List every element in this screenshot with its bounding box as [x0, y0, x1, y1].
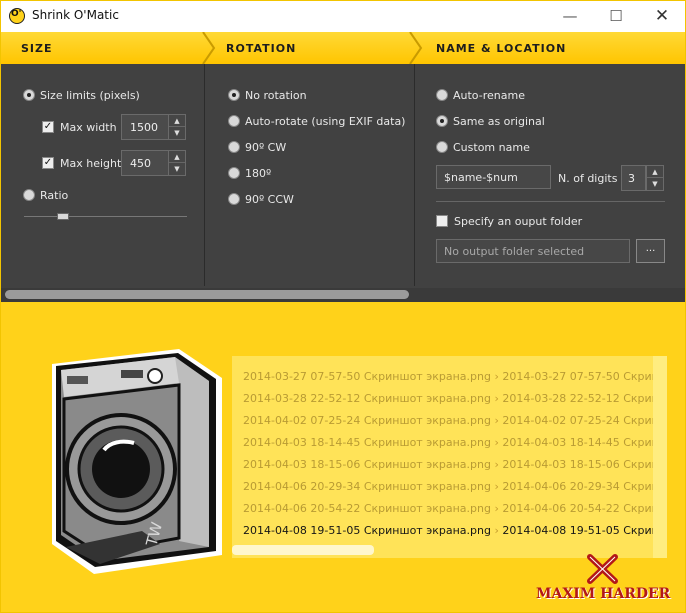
- horizontal-scrollbar-thumb[interactable]: [5, 290, 409, 299]
- window-title: Shrink O'Matic: [32, 8, 119, 22]
- auto-rename-radio[interactable]: [436, 89, 448, 101]
- list-item[interactable]: 2014-04-02 07-25-24 Скриншот экрана.png …: [243, 414, 653, 432]
- max-height-input[interactable]: 450: [121, 150, 169, 176]
- custom-name-radio[interactable]: [436, 141, 448, 153]
- list-item[interactable]: 2014-03-27 07-57-50 Скриншот экрана.png …: [243, 370, 653, 388]
- output-folder-input[interactable]: No output folder selected: [436, 239, 630, 263]
- rotation-option: 90º CW: [245, 141, 287, 154]
- arrow-down-icon[interactable]: ▼: [169, 163, 185, 175]
- rotation-option: No rotation: [245, 89, 307, 102]
- minimize-button[interactable]: —: [547, 1, 593, 32]
- list-item[interactable]: 2014-04-06 20-29-34 Скриншот экрана.png …: [243, 480, 653, 498]
- size-section: Size limits (pixels) ✓ Max width 1500 ▲ ▼…: [1, 64, 205, 286]
- list-item[interactable]: 2014-04-08 19-51-05 Скриншот экрана.png …: [243, 524, 653, 542]
- specify-output-checkbox[interactable]: [436, 215, 448, 227]
- list-item[interactable]: 2014-04-03 18-14-45 Скриншот экрана.png …: [243, 436, 653, 454]
- washing-machine-icon: TW: [52, 349, 222, 574]
- title-bar: Shrink O'Matic — ☐ ✕: [1, 1, 685, 32]
- list-item[interactable]: 2014-04-03 18-15-06 Скриншот экрана.png …: [243, 458, 653, 476]
- rotation-section: No rotation Auto-rotate (using EXIF data…: [206, 64, 415, 286]
- custom-name-input[interactable]: $name-$num: [436, 165, 551, 189]
- digits-spinner[interactable]: ▲ ▼: [646, 165, 664, 191]
- max-height-spinner[interactable]: ▲ ▼: [168, 150, 186, 176]
- list-item[interactable]: 2014-04-06 20-54-22 Скриншот экрана.png …: [243, 502, 653, 520]
- rotation-option: 180º: [245, 167, 272, 180]
- file-list[interactable]: 2014-03-27 07-57-50 Скриншот экрана.png …: [232, 356, 667, 558]
- rotation-option: 90º CCW: [245, 193, 294, 206]
- vertical-scrollbar[interactable]: [653, 356, 667, 558]
- section-divider: [436, 201, 665, 202]
- arrow-up-icon[interactable]: ▲: [169, 151, 185, 163]
- max-height-label: Max height: [60, 157, 122, 170]
- rotation-option: Auto-rotate (using EXIF data): [245, 115, 406, 128]
- header-separator-icon: [202, 32, 216, 64]
- arrow-up-icon[interactable]: ▲: [169, 115, 185, 127]
- size-limits-label: Size limits (pixels): [40, 89, 140, 102]
- arrow-up-icon[interactable]: ▲: [647, 166, 663, 178]
- settings-header-bar: SIZE ROTATION NAME & LOCATION: [1, 32, 685, 64]
- settings-panel: Size limits (pixels) ✓ Max width 1500 ▲ ▼…: [1, 64, 685, 302]
- max-height-checkbox[interactable]: ✓: [42, 157, 54, 169]
- rotation-radio-auto[interactable]: [228, 115, 240, 127]
- rotation-radio-180[interactable]: [228, 167, 240, 179]
- ratio-slider-track[interactable]: [24, 216, 187, 217]
- digits-input[interactable]: 3: [621, 165, 646, 191]
- size-limits-radio[interactable]: [23, 89, 35, 101]
- watermark-text: MAXIM HARDER: [536, 586, 671, 602]
- max-width-input[interactable]: 1500: [121, 114, 169, 140]
- ratio-radio[interactable]: [23, 189, 35, 201]
- ratio-label: Ratio: [40, 189, 69, 202]
- crossed-pencils-icon: [587, 554, 618, 584]
- app-window: Shrink O'Matic — ☐ ✕ SIZE ROTATION NAME …: [0, 0, 686, 613]
- name-option: Auto-rename: [453, 89, 525, 102]
- maximize-button[interactable]: ☐: [593, 1, 639, 32]
- max-width-spinner[interactable]: ▲ ▼: [168, 114, 186, 140]
- name-option: Same as original: [453, 115, 545, 128]
- rotation-radio-none[interactable]: [228, 89, 240, 101]
- specify-output-label: Specify an ouput folder: [454, 215, 583, 228]
- close-button[interactable]: ✕: [639, 1, 685, 32]
- header-separator-icon: [409, 32, 423, 64]
- ratio-slider-thumb[interactable]: [57, 213, 69, 220]
- rotation-radio-90cw[interactable]: [228, 141, 240, 153]
- arrow-down-icon[interactable]: ▼: [647, 178, 663, 190]
- arrow-down-icon[interactable]: ▼: [169, 127, 185, 139]
- name-location-section: Auto-rename Same as original Custom name…: [416, 64, 685, 286]
- tab-name-location[interactable]: NAME & LOCATION: [436, 42, 566, 55]
- app-icon: [9, 8, 25, 24]
- tab-size[interactable]: SIZE: [21, 42, 53, 55]
- watermark-logo: MAXIM HARDER: [534, 553, 670, 608]
- file-list-horizontal-scrollbar[interactable]: [232, 545, 374, 555]
- rotation-radio-90ccw[interactable]: [228, 193, 240, 205]
- list-item[interactable]: 2014-03-28 22-52-12 Скриншот экрана.png …: [243, 392, 653, 410]
- same-as-original-radio[interactable]: [436, 115, 448, 127]
- max-width-checkbox[interactable]: ✓: [42, 121, 54, 133]
- name-option: Custom name: [453, 141, 530, 154]
- max-width-label: Max width: [60, 121, 117, 134]
- browse-button[interactable]: ...: [636, 239, 665, 263]
- tab-rotation[interactable]: ROTATION: [226, 42, 296, 55]
- digits-label: N. of digits: [558, 172, 618, 185]
